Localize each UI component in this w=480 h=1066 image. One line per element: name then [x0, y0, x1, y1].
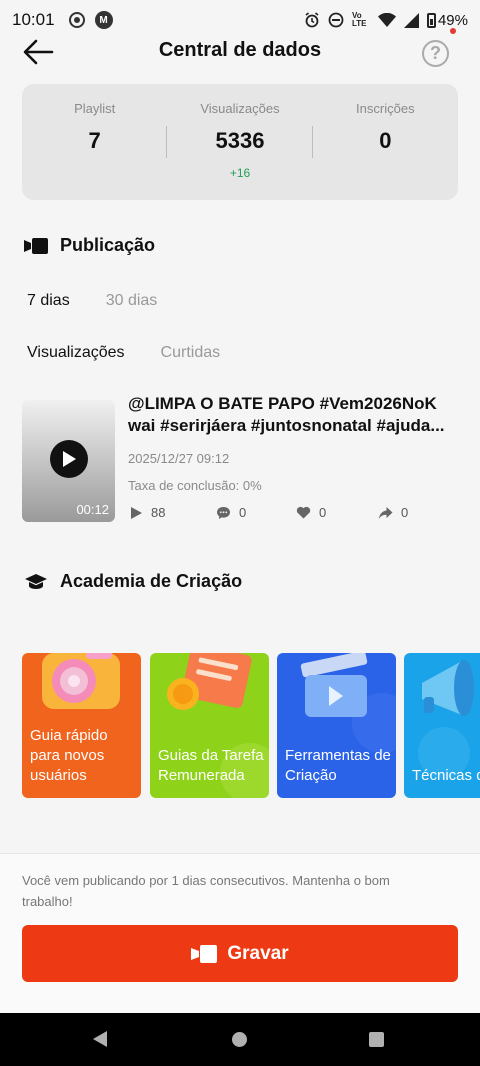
stat-value: 0 [379, 128, 392, 153]
video-thumbnail[interactable]: 00:12 [22, 400, 115, 522]
shares-count: 0 [401, 505, 409, 520]
video-title[interactable]: @LIMPA O BATE PAPO #Vem2026NoK wai #seri… [128, 393, 458, 437]
publication-heading: Publicação [24, 235, 155, 256]
app-header: Central de dados ? [0, 36, 480, 68]
record-button[interactable]: Gravar [22, 925, 458, 982]
academy-cards: Guia rápido para novos usuários Guias da… [22, 628, 480, 800]
stat-subscriptions[interactable]: Inscrições 0 [313, 84, 458, 200]
heart-icon [296, 506, 311, 519]
comment-icon [217, 506, 230, 519]
stat-value: 5336 [215, 128, 265, 153]
tab-likes[interactable]: Curtidas [161, 344, 221, 362]
period-tabs: 7 dias 30 dias [27, 292, 157, 310]
tab-30-days[interactable]: 30 dias [106, 292, 158, 310]
wifi-icon [377, 13, 396, 27]
metric-shares: 0 [378, 505, 408, 520]
help-button[interactable]: ? [422, 40, 449, 67]
card-recording-techniques[interactable]: Técnicas de Gravação [404, 653, 480, 798]
page-title: Central de dados [158, 39, 322, 61]
volte-icon: Vo LTE [351, 11, 367, 28]
share-icon [378, 506, 393, 519]
video-camera-icon [191, 944, 218, 963]
video-title-line: @LIMPA O BATE PAPO #Vem2026NoK [128, 394, 437, 413]
system-nav-bar [0, 1013, 480, 1066]
record-indicator-icon [68, 12, 85, 28]
metric-likes: 0 [296, 505, 378, 520]
card-label: Ferramentas de Criação [285, 747, 391, 784]
notification-dot [450, 28, 456, 34]
completion-rate: Taxa de conclusão: 0% [128, 478, 262, 493]
video-title-line: wai #serirjáera #juntosnonatal #ajuda... [128, 416, 445, 435]
question-icon: ? [430, 43, 441, 63]
comments-count: 0 [239, 505, 247, 520]
do-not-disturb-icon [328, 12, 344, 28]
metric-tabs: Visualizações Curtidas [27, 344, 220, 362]
card-label: Técnicas de Gravação [412, 767, 480, 784]
tab-7-days[interactable]: 7 dias [27, 292, 70, 310]
stats-card: Playlist 7 Visualizações 5336 +16 Inscri… [22, 84, 458, 200]
stat-views[interactable]: Visualizações 5336 +16 [167, 84, 313, 200]
card-paid-task-guides[interactable]: Guias da Tarefa Remunerada [150, 653, 269, 798]
alarm-icon [305, 12, 319, 28]
academy-heading: Academia de Criação [24, 571, 242, 592]
section-title: Publicação [60, 235, 156, 255]
graduation-cap-icon [25, 573, 47, 589]
status-time: 10:01 [12, 10, 55, 29]
battery-icon [426, 12, 436, 28]
nav-home-icon[interactable] [232, 1032, 247, 1047]
likes-count: 0 [319, 505, 327, 520]
signal-icon [403, 12, 419, 28]
card-label: Guia rápido para novos usuários [30, 727, 108, 784]
section-title: Academia de Criação [60, 571, 243, 591]
stat-label: Inscrições [356, 101, 415, 116]
video-date: 2025/12/27 09:12 [128, 451, 230, 466]
record-label: Gravar [227, 942, 289, 964]
play-button[interactable] [50, 440, 88, 478]
card-quick-guide[interactable]: Guia rápido para novos usuários [22, 653, 141, 798]
stat-value: 7 [88, 128, 101, 153]
battery-level: 49% [437, 11, 468, 29]
stat-label: Visualizações [200, 101, 280, 116]
play-count-icon [131, 506, 142, 519]
stat-playlist[interactable]: Playlist 7 [22, 84, 168, 200]
metric-comments: 0 [216, 505, 296, 520]
card-label: Guias da Tarefa Remunerada [158, 747, 264, 784]
streak-message: Você vem publicando por 1 dias consecuti… [22, 873, 390, 909]
stat-delta: +16 [229, 166, 251, 180]
card-creation-tools[interactable]: Ferramentas de Criação [277, 653, 396, 798]
nav-back-icon[interactable] [93, 1031, 107, 1047]
video-metrics: 88 0 0 0 [130, 505, 408, 520]
play-icon [63, 451, 76, 467]
metric-plays: 88 [130, 505, 216, 520]
status-bar: 10:01 M Vo LTE 49% [0, 0, 480, 40]
video-camera-icon [24, 237, 48, 254]
nav-recents-icon[interactable] [369, 1032, 384, 1047]
plays-count: 88 [151, 505, 166, 520]
bottom-panel: Você vem publicando por 1 dias consecuti… [0, 853, 480, 1013]
video-duration: 00:12 [76, 502, 109, 517]
motorola-icon: M [94, 11, 113, 29]
stat-label: Playlist [74, 101, 116, 116]
tab-views[interactable]: Visualizações [27, 344, 125, 362]
